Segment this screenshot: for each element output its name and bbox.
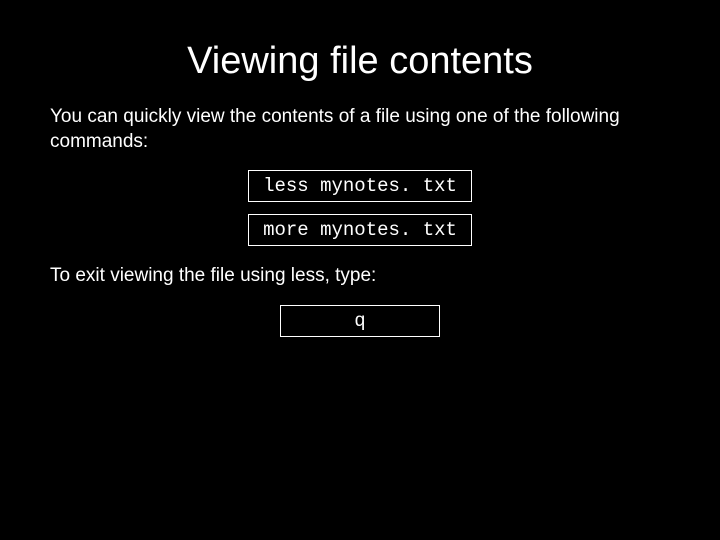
command-less: less mynotes. txt: [248, 170, 472, 202]
command-quit: q: [280, 305, 440, 337]
command-row-1: less mynotes. txt: [50, 170, 670, 202]
slide-title: Viewing file contents: [50, 40, 670, 83]
intro-paragraph: You can quickly view the contents of a f…: [50, 105, 670, 154]
command-row-2: more mynotes. txt: [50, 214, 670, 246]
command-more: more mynotes. txt: [248, 214, 472, 246]
command-row-3: q: [50, 305, 670, 337]
slide: Viewing file contents You can quickly vi…: [0, 0, 720, 540]
exit-paragraph: To exit viewing the file using less, typ…: [50, 264, 670, 289]
